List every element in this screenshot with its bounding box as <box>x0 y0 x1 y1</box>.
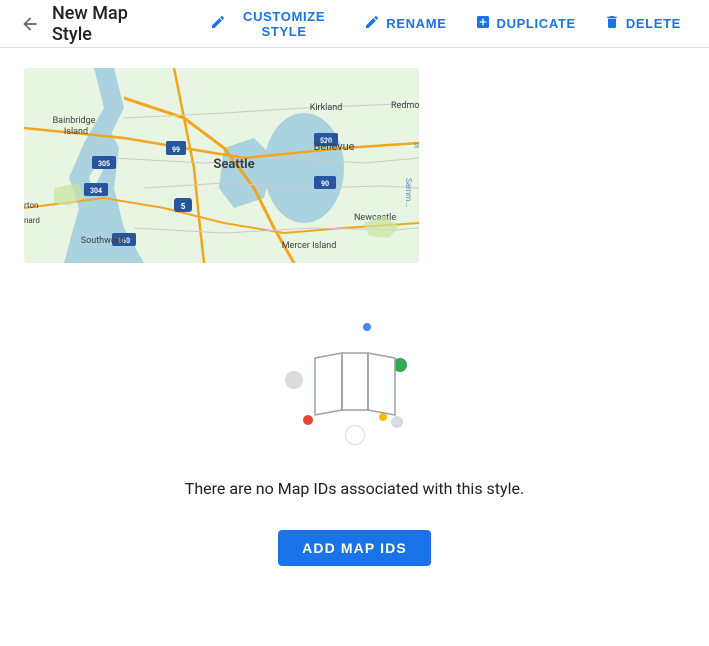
svg-text:Bellevue: Bellevue <box>313 140 354 153</box>
svg-text:Seattle: Seattle <box>213 157 254 172</box>
pencil-icon <box>210 14 226 33</box>
svg-text:Island: Island <box>64 127 88 137</box>
header-actions: CUSTOMIZE STYLE RENAME DUPLICATE <box>198 3 693 45</box>
rename-button[interactable]: RENAME <box>352 8 458 39</box>
dot-white <box>345 425 365 445</box>
add-map-ids-button[interactable]: ADD MAP IDS <box>278 530 431 566</box>
svg-text:Samm...: Samm... <box>404 178 413 207</box>
duplicate-icon <box>475 14 491 33</box>
empty-illustration <box>275 303 435 463</box>
main-content: 5 99 520 90 305 304 160 Seattle Bellevue… <box>0 48 709 606</box>
page-title: New Map Style <box>52 3 166 45</box>
svg-text:Si: Si <box>414 142 419 150</box>
map-thumbnail: 5 99 520 90 305 304 160 Seattle Bellevue… <box>24 68 419 263</box>
dot-blue-top <box>363 323 371 331</box>
back-button[interactable] <box>16 10 44 38</box>
svg-text:rton: rton <box>24 201 38 210</box>
customize-style-button[interactable]: CUSTOMIZE STYLE <box>198 3 348 45</box>
svg-text:5: 5 <box>181 202 186 211</box>
delete-button[interactable]: DELETE <box>592 8 693 39</box>
header: New Map Style CUSTOMIZE STYLE RENAME <box>0 0 709 48</box>
svg-text:Redmond: Redmond <box>391 101 419 111</box>
svg-text:Mercer Island: Mercer Island <box>282 241 337 251</box>
rename-label: RENAME <box>386 16 446 31</box>
duplicate-button[interactable]: DUPLICATE <box>463 8 588 39</box>
svg-text:Bainbridge: Bainbridge <box>53 116 96 126</box>
empty-state-text: There are no Map IDs associated with thi… <box>185 479 524 498</box>
svg-text:nard: nard <box>24 216 40 225</box>
delete-label: DELETE <box>626 16 681 31</box>
svg-text:90: 90 <box>321 180 329 188</box>
svg-text:305: 305 <box>98 160 110 168</box>
svg-text:99: 99 <box>172 146 180 154</box>
duplicate-label: DUPLICATE <box>497 16 576 31</box>
svg-text:304: 304 <box>90 187 102 195</box>
map-fold-icon <box>310 348 400 418</box>
dot-gray-left <box>285 371 303 389</box>
svg-text:Kirkland: Kirkland <box>310 103 343 113</box>
svg-text:Southworth: Southworth <box>81 236 127 246</box>
trash-icon <box>604 14 620 33</box>
empty-state: There are no Map IDs associated with thi… <box>24 303 685 566</box>
rename-icon <box>364 14 380 33</box>
customize-label: CUSTOMIZE STYLE <box>232 9 336 39</box>
